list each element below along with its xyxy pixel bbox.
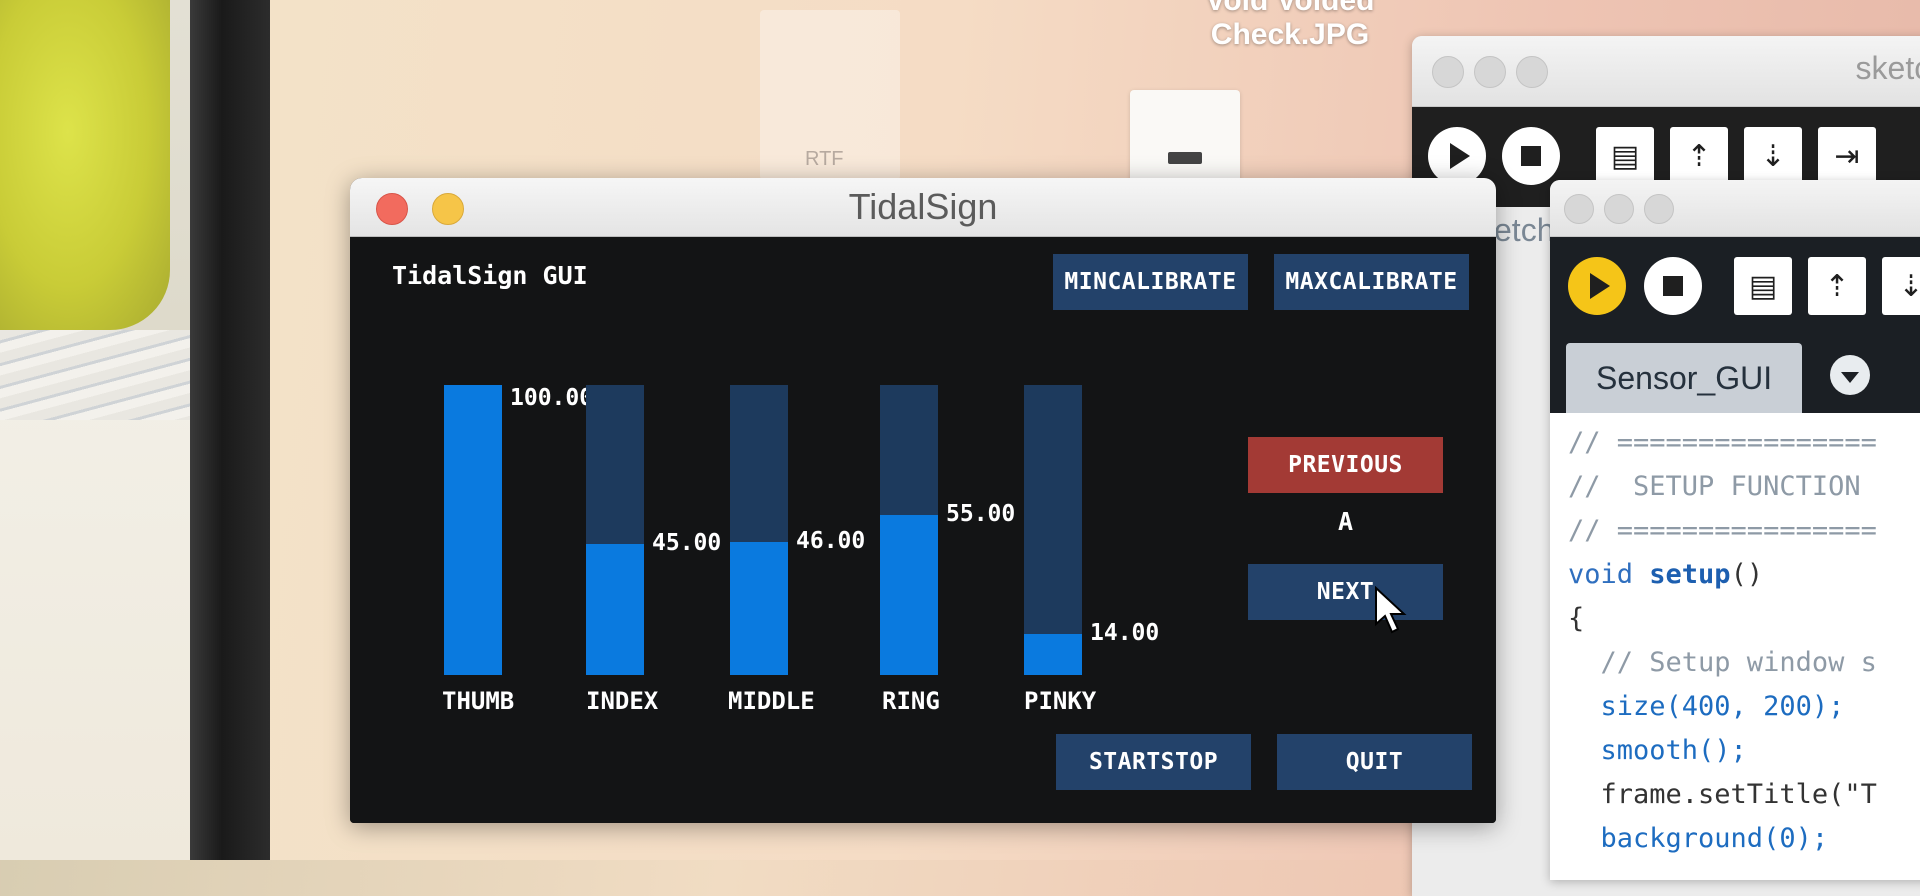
current-letter: A	[1337, 507, 1354, 536]
code-line: // Setup window s	[1568, 647, 1877, 678]
download-icon: ⇣	[1760, 138, 1786, 174]
download-icon: ⇣	[1898, 268, 1920, 304]
background-yellow-object	[0, 0, 170, 330]
play-icon	[1590, 273, 1610, 299]
zoom-button[interactable]	[1516, 56, 1548, 88]
slider-fill	[730, 542, 788, 675]
stop-icon	[1663, 276, 1683, 296]
ide-titlebar[interactable]	[1550, 180, 1920, 237]
minimize-button[interactable]	[1474, 56, 1506, 88]
new-sketch-button[interactable]: ▤	[1734, 257, 1792, 315]
ide-titlebar[interactable]: sketch	[1412, 36, 1920, 107]
minimize-button[interactable]	[1604, 194, 1634, 224]
close-button[interactable]	[1432, 56, 1464, 88]
zoom-button[interactable]	[1644, 194, 1674, 224]
slider-label-thumb: THUMB	[442, 687, 515, 715]
open-button[interactable]: ⇡	[1670, 127, 1728, 185]
slider-fill	[444, 385, 502, 675]
slider-value-middle: 46.00	[796, 528, 866, 554]
slider-label-index: INDEX	[586, 687, 659, 715]
ide-tab-partial[interactable]: etch	[1494, 212, 1554, 249]
slider-label-ring: RING	[882, 687, 940, 715]
code-line: size(400, 200);	[1568, 691, 1845, 722]
code-line: frame.setTitle("T	[1568, 779, 1877, 810]
startstop-button[interactable]: STARTSTOP	[1056, 734, 1251, 790]
slider-fill	[586, 544, 644, 675]
code-line: // SETUP FUNCTION	[1568, 471, 1861, 502]
export-button[interactable]: ⇥	[1818, 127, 1876, 185]
new-sketch-button[interactable]: ▤	[1596, 127, 1654, 185]
mouse-cursor-icon	[1375, 586, 1407, 634]
stop-icon	[1521, 146, 1541, 166]
tab-sensor-gui[interactable]: Sensor_GUI	[1566, 343, 1803, 413]
save-button[interactable]: ⇣	[1882, 257, 1920, 315]
document-icon: ▤	[1748, 268, 1778, 304]
close-button[interactable]	[1564, 194, 1594, 224]
run-button[interactable]	[1428, 127, 1486, 185]
monitor-bezel	[190, 0, 270, 860]
stop-button[interactable]	[1502, 127, 1560, 185]
document-icon: ▤	[1610, 138, 1640, 174]
previous-button[interactable]: PREVIOUS	[1248, 437, 1443, 493]
export-icon: ⇥	[1834, 138, 1860, 174]
code-line: void setup()	[1568, 559, 1764, 590]
next-button[interactable]: NEXT	[1248, 564, 1443, 620]
ide-title: sketch	[1855, 50, 1920, 86]
tidalsign-window[interactable]: TidalSign TidalSign GUI MINCALIBRATE MAX…	[350, 178, 1496, 823]
slider-pinky[interactable]	[1024, 385, 1082, 675]
slider-value-pinky: 14.00	[1090, 620, 1160, 646]
open-button[interactable]: ⇡	[1808, 257, 1866, 315]
ide-tabbar: Sensor_GUI	[1550, 333, 1920, 413]
code-line: {	[1568, 603, 1585, 634]
slider-value-ring: 55.00	[946, 501, 1016, 527]
code-line: // ================	[1568, 427, 1877, 458]
mincalibrate-button[interactable]: MINCALIBRATE	[1053, 254, 1248, 310]
maxcalibrate-button[interactable]: MAXCALIBRATE	[1274, 254, 1469, 310]
slider-ring[interactable]	[880, 385, 938, 675]
run-button[interactable]	[1568, 257, 1626, 315]
background-papers	[0, 330, 190, 420]
code-editor[interactable]: // ================ // SETUP FUNCTION // =…	[1550, 413, 1920, 880]
window-title: TidalSign	[848, 186, 998, 227]
window-titlebar[interactable]: TidalSign	[350, 178, 1496, 237]
play-icon	[1450, 143, 1470, 169]
ide-toolbar: ▤ ⇡ ⇣	[1550, 237, 1920, 333]
slider-value-thumb: 100.00	[510, 385, 594, 411]
gui-label: TidalSign GUI	[392, 261, 588, 290]
slider-middle[interactable]	[730, 385, 788, 675]
save-button[interactable]: ⇣	[1744, 127, 1802, 185]
upload-icon: ⇡	[1686, 138, 1712, 174]
gui-canvas: TidalSign GUI MINCALIBRATE MAXCALIBRATE …	[350, 237, 1496, 823]
slider-thumb[interactable]	[444, 385, 502, 675]
stop-button[interactable]	[1644, 257, 1702, 315]
slider-value-index: 45.00	[652, 530, 722, 556]
ide-window-front[interactable]: ▤ ⇡ ⇣ Sensor_GUI // ================ // S…	[1550, 180, 1920, 880]
quit-button[interactable]: QUIT	[1277, 734, 1472, 790]
slider-label-pinky: PINKY	[1024, 687, 1097, 715]
slider-label-middle: MIDDLE	[728, 687, 815, 715]
upload-icon: ⇡	[1824, 268, 1850, 304]
slider-index[interactable]	[586, 385, 644, 675]
desktop-file-label: RTF	[805, 148, 844, 170]
chevron-down-icon[interactable]	[1830, 355, 1870, 395]
desktop-file-label-line1: Void Voided	[1205, 0, 1375, 17]
code-line: smooth();	[1568, 735, 1747, 766]
slider-fill	[1024, 634, 1082, 675]
code-line: background(0);	[1568, 823, 1829, 854]
code-line: // ================	[1568, 515, 1877, 546]
slider-fill	[880, 515, 938, 675]
